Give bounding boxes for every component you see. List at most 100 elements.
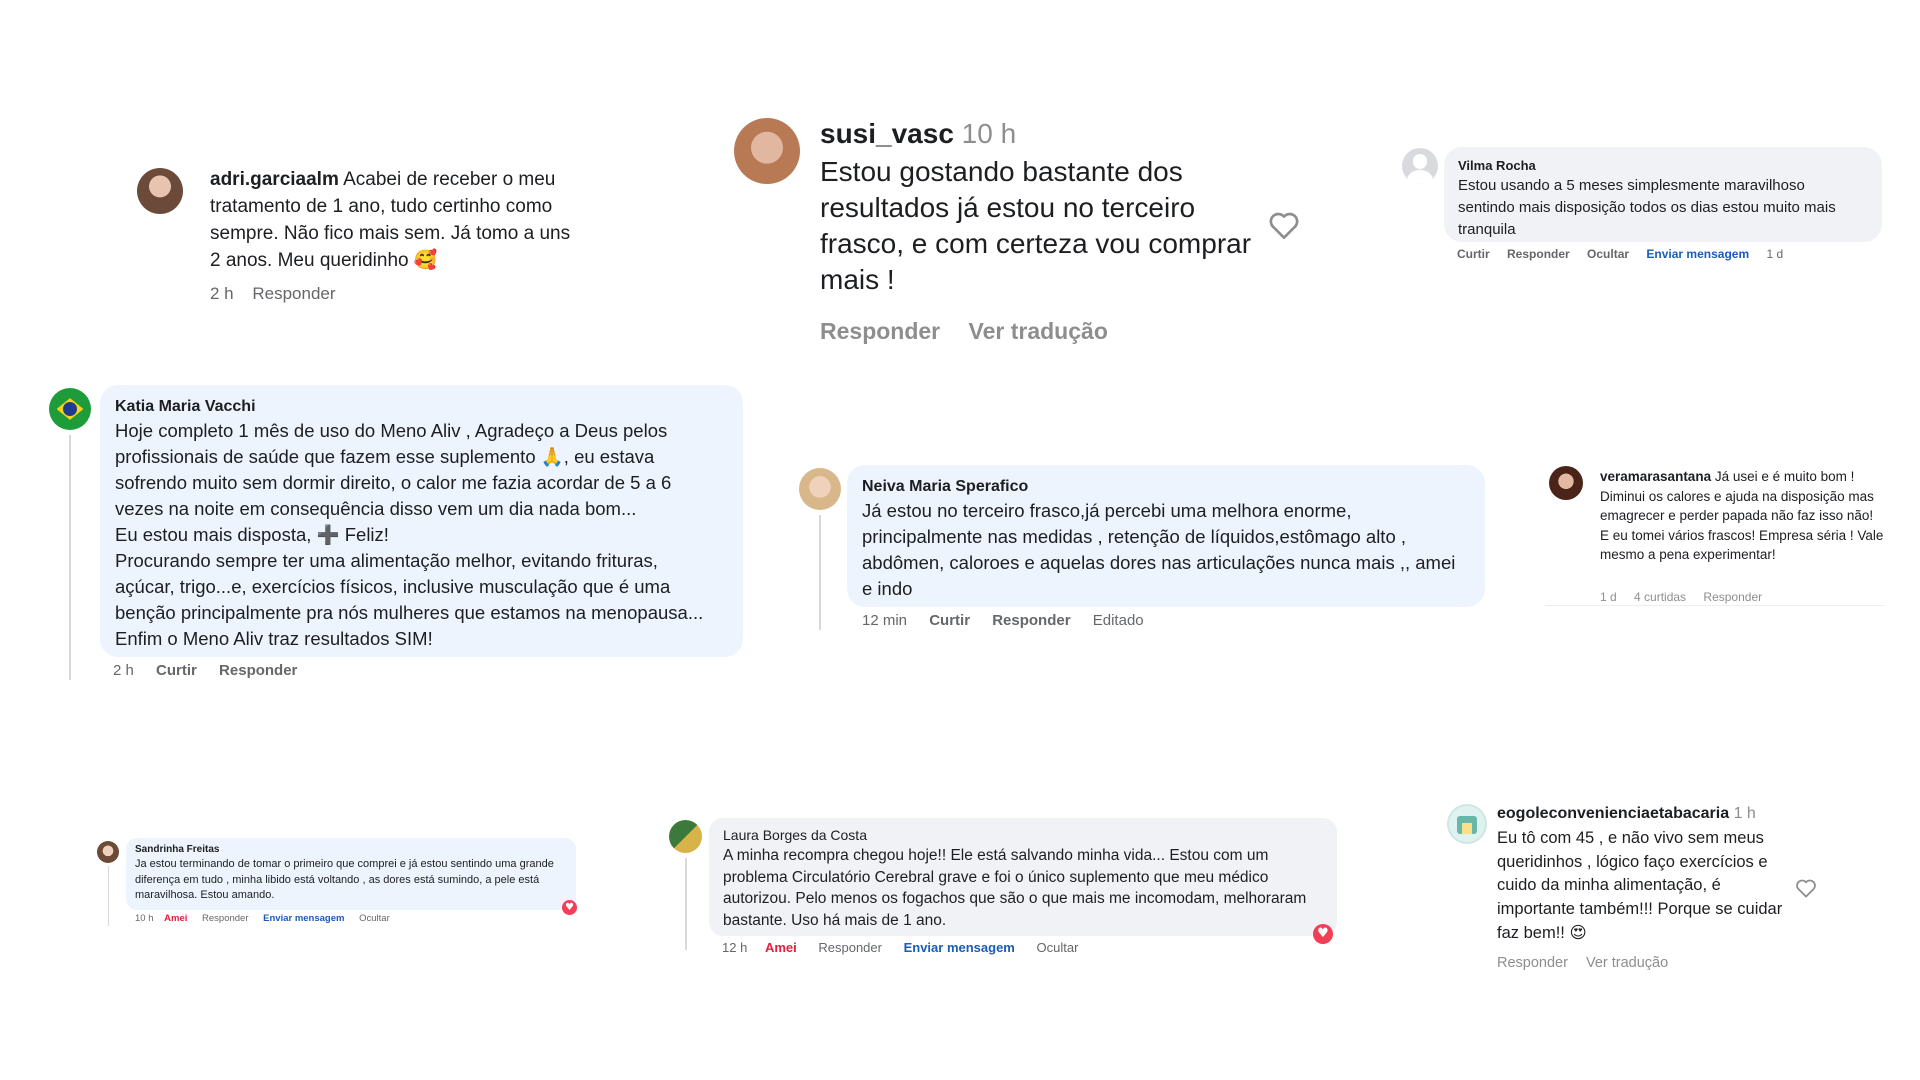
- comment-bubble: Sandrinha Freitas Ja estou terminando de…: [126, 838, 576, 910]
- comment-katia: Katia Maria Vacchi Hoje completo 1 mês d…: [45, 385, 750, 690]
- comment-sandrinha: Sandrinha Freitas Ja estou terminando de…: [95, 838, 585, 938]
- love-reaction-icon[interactable]: ♥: [1313, 924, 1333, 944]
- hide-link[interactable]: Ocultar: [1587, 247, 1629, 261]
- username[interactable]: susi_vasc: [820, 118, 954, 149]
- reply-link[interactable]: Responder: [820, 318, 940, 344]
- send-message-link[interactable]: Enviar mensagem: [904, 940, 1015, 955]
- username[interactable]: eogoleconvenienciaetabacaria: [1497, 805, 1729, 822]
- thread-line: [685, 858, 687, 950]
- avatar[interactable]: [1402, 148, 1438, 184]
- comment-susi: susi_vasc 10 h Estou gostando bastante d…: [720, 110, 1340, 360]
- avatar[interactable]: [669, 820, 702, 853]
- comment-line: vezes na noite em consequência disso vem…: [115, 498, 637, 519]
- send-message-link[interactable]: Enviar mensagem: [1646, 247, 1749, 261]
- edited-label: Editado: [1092, 612, 1144, 629]
- avatar[interactable]: [1549, 466, 1583, 500]
- comment-header: susi_vasc 10 h: [820, 118, 1016, 150]
- avatar[interactable]: [97, 841, 119, 863]
- comment-line: açúcar, trigo...e, exercícios físicos, i…: [115, 576, 671, 597]
- reply-link[interactable]: Responder: [219, 662, 297, 679]
- like-link[interactable]: Curtir: [156, 662, 197, 679]
- translate-link[interactable]: Ver tradução: [969, 318, 1108, 344]
- thread-line: [69, 435, 71, 680]
- divider: [1545, 605, 1885, 606]
- comment-line: sofrendo muito sem dormir direito, o cal…: [115, 472, 672, 493]
- username[interactable]: adri.garciaalm: [210, 169, 339, 190]
- comment-bubble: Neiva Maria Sperafico Já estou no tercei…: [847, 465, 1485, 607]
- username[interactable]: veramarasantana: [1600, 469, 1711, 484]
- send-message-link[interactable]: Enviar mensagem: [263, 913, 344, 924]
- comment-meta: 12 min Curtir Responder Editado: [862, 612, 1158, 629]
- smiling-face-hearts-icon: 🥰: [413, 249, 438, 271]
- timestamp: 2 h: [113, 662, 134, 679]
- comment-line: benção principalmente pra nós mulheres q…: [115, 602, 704, 623]
- comment-line: Eu estou mais disposta, ➕ Feliz!: [115, 524, 389, 545]
- comment-bubble: Laura Borges da Costa A minha recompra c…: [709, 818, 1337, 936]
- comment-vera: veramarasantana Já usei e é muito bom ! …: [1545, 462, 1885, 612]
- comment-adri: adri.garciaalm Acabei de receber o meu t…: [130, 160, 590, 310]
- comment-meta: 2 h Curtir Responder: [113, 662, 311, 679]
- commenter-name[interactable]: Neiva Maria Sperafico: [862, 476, 1470, 498]
- thread-line: [108, 866, 109, 926]
- like-link[interactable]: Curtir: [929, 612, 970, 629]
- timestamp: 1 d: [1600, 590, 1617, 604]
- comment-text: Já estou no terceiro frasco,já percebi u…: [862, 500, 1456, 599]
- commenter-name[interactable]: Laura Borges da Costa: [723, 826, 1323, 845]
- comment-header: eogoleconvenienciaetabacaria 1 h: [1497, 805, 1756, 823]
- timestamp: 12 min: [862, 612, 908, 629]
- commenter-name[interactable]: Vilma Rocha: [1458, 157, 1868, 175]
- comment-text-content: Eu tô com 45 , e não vivo sem meus queri…: [1497, 829, 1783, 942]
- comment-eogole: eogoleconvenienciaetabacaria 1 h Eu tô c…: [1440, 800, 1890, 985]
- comment-text: Estou usando a 5 meses simplesmente mara…: [1458, 177, 1836, 238]
- thread-line: [819, 515, 821, 630]
- reply-link[interactable]: Responder: [992, 612, 1070, 629]
- timestamp: 10 h: [135, 913, 154, 924]
- reply-link[interactable]: Responder: [1497, 955, 1568, 971]
- comment-line: Procurando sempre ter uma alimentação me…: [115, 550, 658, 571]
- translate-link[interactable]: Ver tradução: [1586, 955, 1668, 971]
- timestamp: 2 h: [210, 284, 234, 303]
- comment-meta: Curtir Responder Ocultar Enviar mensagem…: [1457, 247, 1797, 261]
- commenter-name[interactable]: Katia Maria Vacchi: [115, 396, 728, 418]
- reply-link[interactable]: Responder: [202, 913, 248, 924]
- hide-link[interactable]: Ocultar: [359, 913, 390, 924]
- avatar[interactable]: [137, 168, 183, 214]
- comment-body: adri.garciaalm Acabei de receber o meu t…: [210, 166, 580, 274]
- avatar[interactable]: [734, 118, 800, 184]
- store-icon: [1456, 816, 1478, 835]
- avatar[interactable]: [49, 388, 91, 430]
- comment-bubble: Vilma Rocha Estou usando a 5 meses simpl…: [1444, 147, 1882, 242]
- comment-line: Enfim o Meno Aliv traz resultados SIM!: [115, 628, 433, 649]
- reply-link[interactable]: Responder: [1507, 247, 1570, 261]
- avatar[interactable]: [799, 468, 841, 510]
- comment-text: Eu tô com 45 , e não vivo sem meus queri…: [1497, 827, 1787, 946]
- heart-outline-icon[interactable]: [1795, 878, 1817, 898]
- timestamp: 1 d: [1766, 247, 1784, 261]
- like-link[interactable]: Curtir: [1457, 247, 1490, 261]
- comment-meta: 1 d 4 curtidas Responder: [1600, 590, 1776, 604]
- comment-text: Ja estou terminando de tomar o primeiro …: [135, 858, 554, 901]
- love-reaction-icon[interactable]: ♥: [562, 900, 577, 915]
- comment-text: Hoje completo 1 mês de uso do Meno Aliv …: [115, 418, 728, 652]
- comment-line: profissionais de saúde que fazem esse su…: [115, 446, 655, 467]
- comment-text: A minha recompra chegou hoje!! Ele está …: [723, 847, 1307, 929]
- commenter-name[interactable]: Sandrinha Freitas: [135, 843, 567, 857]
- heart-outline-icon[interactable]: [1268, 210, 1300, 240]
- comment-meta: 10 h Amei Responder Enviar mensagem Ocul…: [135, 913, 404, 924]
- comment-meta: Responder Ver tradução: [1497, 955, 1682, 971]
- likes-count[interactable]: 4 curtidas: [1634, 590, 1686, 604]
- reply-link[interactable]: Responder: [252, 284, 335, 303]
- avatar[interactable]: [1447, 804, 1487, 844]
- timestamp: 10 h: [961, 118, 1017, 149]
- comment-line: Hoje completo 1 mês de uso do Meno Aliv …: [115, 420, 668, 441]
- reply-link[interactable]: Responder: [818, 940, 882, 955]
- loved-reaction-link[interactable]: Amei: [765, 940, 797, 955]
- comment-meta: Responder Ver tradução: [820, 318, 1122, 345]
- comment-body: veramarasantana Já usei e é muito bom ! …: [1600, 467, 1885, 565]
- reply-link[interactable]: Responder: [1703, 590, 1762, 604]
- comment-vilma: Vilma Rocha Estou usando a 5 meses simpl…: [1395, 145, 1885, 275]
- hide-link[interactable]: Ocultar: [1037, 940, 1079, 955]
- heart-eyes-icon: 😍: [1569, 923, 1587, 942]
- comment-neiva: Neiva Maria Sperafico Já estou no tercei…: [795, 465, 1495, 635]
- loved-reaction-link[interactable]: Amei: [164, 913, 187, 924]
